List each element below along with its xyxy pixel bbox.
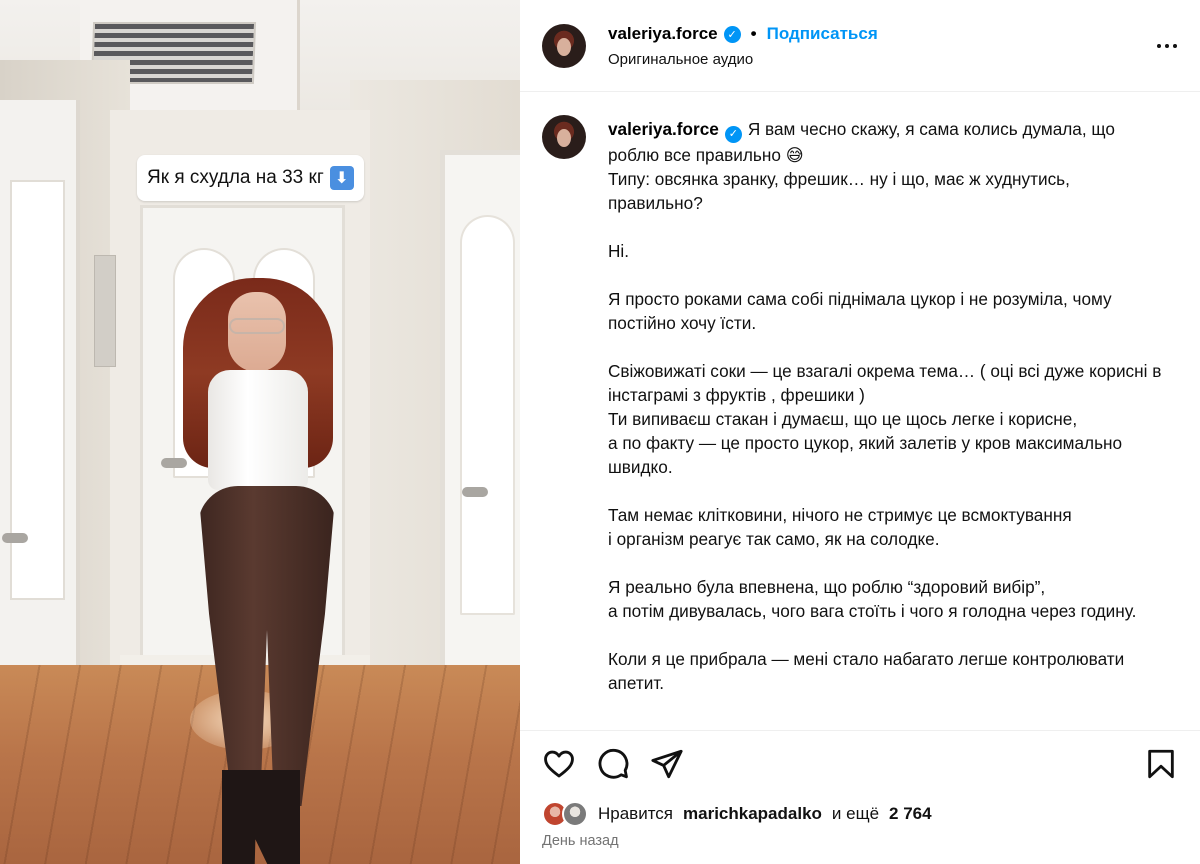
person-white-top bbox=[208, 370, 308, 490]
author-avatar[interactable] bbox=[542, 24, 586, 68]
caption-scroll-area[interactable]: valeriya.force ✓ Я вам чесно скажу, я сама… bbox=[520, 93, 1200, 730]
liker-avatar bbox=[562, 801, 588, 827]
author-username[interactable]: valeriya.force bbox=[608, 24, 718, 44]
share-icon[interactable] bbox=[650, 747, 684, 781]
heart-icon[interactable] bbox=[542, 747, 576, 781]
person-boots bbox=[222, 770, 300, 864]
comment-icon[interactable] bbox=[596, 747, 630, 781]
arrow-down-emoji-icon: ⬇ bbox=[329, 166, 354, 190]
separator-dot: • bbox=[750, 24, 757, 43]
likes-prefix: Нравится bbox=[598, 804, 674, 823]
likes-summary[interactable]: Нравится marichkapadalko и ещё 2 764 bbox=[542, 801, 932, 827]
post-timestamp[interactable]: День назад bbox=[542, 833, 619, 849]
caption-author-avatar[interactable] bbox=[542, 115, 586, 159]
caption-paragraph-4: Свіжовижаті соки — це взагалі окрема тем… bbox=[608, 360, 1162, 477]
post-actions-bar: Нравится marichkapadalko и ещё 2 764 Ден… bbox=[520, 730, 1200, 864]
more-horizontal-icon[interactable] bbox=[1152, 34, 1182, 58]
caption-paragraph-2: Ні. bbox=[608, 240, 630, 261]
post-header: valeriya.force ✓ • Подписаться Оригиналь… bbox=[520, 0, 1200, 92]
author-line: valeriya.force ✓ • Подписаться bbox=[608, 24, 878, 44]
post-details-panel: valeriya.force ✓ • Подписаться Оригиналь… bbox=[520, 0, 1200, 864]
caption-paragraph-1: valeriya.force ✓ Я вам чесно скажу, я сама… bbox=[608, 117, 1168, 215]
video-text-overlay: Як я схудла на 33 кг ⬇ bbox=[137, 155, 364, 201]
overlay-text: Як я схудла на 33 кг bbox=[147, 167, 324, 188]
verified-badge-icon: ✓ bbox=[723, 25, 741, 43]
bookmark-icon[interactable] bbox=[1144, 747, 1178, 781]
electrical-panel bbox=[94, 255, 116, 367]
likes-count[interactable]: 2 764 bbox=[889, 804, 932, 824]
post-media-video[interactable]: Як я схудла на 33 кг ⬇ bbox=[0, 0, 520, 864]
caption-paragraph-7: Коли я це прибрала — мені стало набагато… bbox=[608, 648, 1125, 693]
liker-username[interactable]: marichkapadalko bbox=[683, 804, 822, 824]
caption-username[interactable]: valeriya.force bbox=[608, 119, 719, 139]
liker-avatars bbox=[542, 801, 594, 827]
post-caption: valeriya.force ✓ Я вам чесно скажу, я сама… bbox=[608, 117, 1168, 719]
caption-paragraph-5: Там немає клітковини, нічого не стримує … bbox=[608, 504, 1072, 549]
verified-badge-icon: ✓ bbox=[724, 125, 742, 143]
follow-button[interactable]: Подписаться bbox=[767, 24, 878, 44]
caption-paragraph-6: Я реально була впевнена, що роблю “здоро… bbox=[608, 576, 1137, 621]
right-door bbox=[440, 150, 520, 750]
caption-paragraph-3: Я просто роками сама собі піднімала цуко… bbox=[608, 288, 1112, 333]
likes-middle: и ещё bbox=[831, 804, 880, 823]
original-audio-link[interactable]: Оригинальное аудио bbox=[608, 51, 753, 68]
person-glasses bbox=[229, 318, 285, 334]
